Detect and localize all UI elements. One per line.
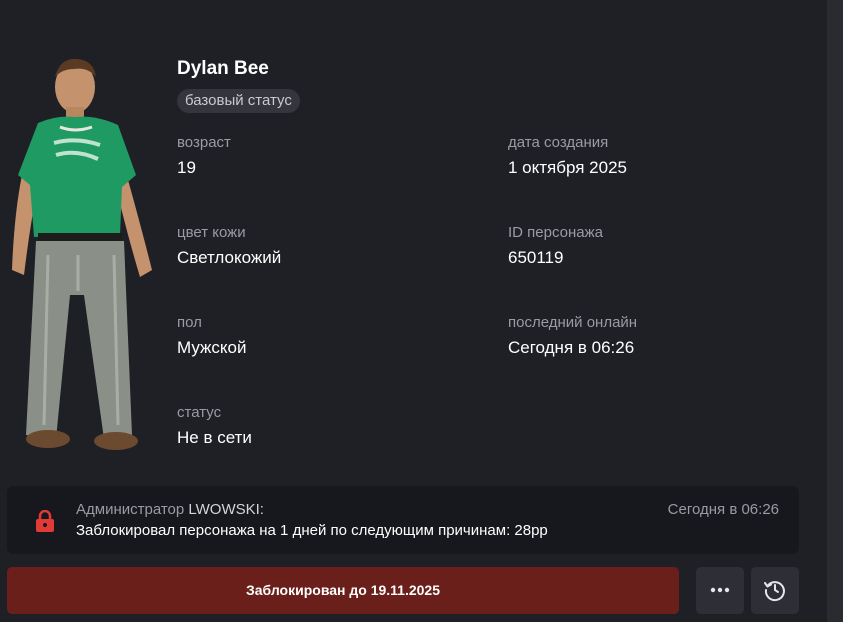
char-id-field: ID персонажа 650119 — [508, 224, 603, 268]
log-message: Заблокировал персонажа на 1 дней по след… — [76, 522, 548, 539]
character-avatar — [12, 58, 152, 450]
age-label: возраст — [177, 134, 231, 151]
char-id-value: 650119 — [508, 248, 564, 267]
status-value: Не в сети — [177, 428, 252, 447]
admin-log-entry: Администратор LWOWSKI: Заблокировал перс… — [7, 486, 799, 554]
scrollbar-track — [827, 0, 843, 622]
age-value: 19 — [177, 158, 196, 177]
character-panel: Dylan Bee базовый статус возраст 19 дата… — [0, 0, 827, 622]
banned-until-button[interactable]: Заблокирован до 19.11.2025 — [7, 567, 679, 614]
last-online-label: последний онлайн — [508, 314, 638, 331]
created-field: дата создания 1 октября 2025 — [508, 134, 627, 178]
status-label: статус — [177, 404, 222, 421]
gender-label: пол — [177, 314, 202, 331]
skin-label: цвет кожи — [177, 224, 246, 241]
log-author: Администратор LWOWSKI: — [76, 501, 264, 518]
skin-field: цвет кожи Светлокожий — [177, 224, 281, 268]
gender-field: пол Мужской — [177, 314, 247, 358]
character-name: Dylan Bee — [177, 58, 269, 79]
skin-value: Светлокожий — [177, 248, 282, 267]
log-admin-name: LWOWSKI: — [188, 501, 264, 518]
history-icon — [764, 581, 785, 602]
status-badge: базовый статус — [177, 89, 300, 113]
last-online-field: последний онлайн Сегодня в 06:26 — [508, 314, 637, 358]
more-button[interactable] — [696, 567, 744, 614]
created-value: 1 октября 2025 — [508, 158, 627, 177]
log-time: Сегодня в 06:26 — [667, 501, 779, 518]
status-field: статус Не в сети — [177, 404, 252, 448]
lock-icon — [36, 510, 54, 532]
created-label: дата создания — [508, 134, 609, 151]
log-role: Администратор — [76, 501, 185, 518]
age-field: возраст 19 — [177, 134, 231, 178]
history-button[interactable] — [751, 567, 799, 614]
char-id-label: ID персонажа — [508, 224, 603, 241]
gender-value: Мужской — [177, 338, 247, 357]
more-dots-icon — [710, 587, 730, 593]
last-online-value: Сегодня в 06:26 — [508, 338, 635, 357]
